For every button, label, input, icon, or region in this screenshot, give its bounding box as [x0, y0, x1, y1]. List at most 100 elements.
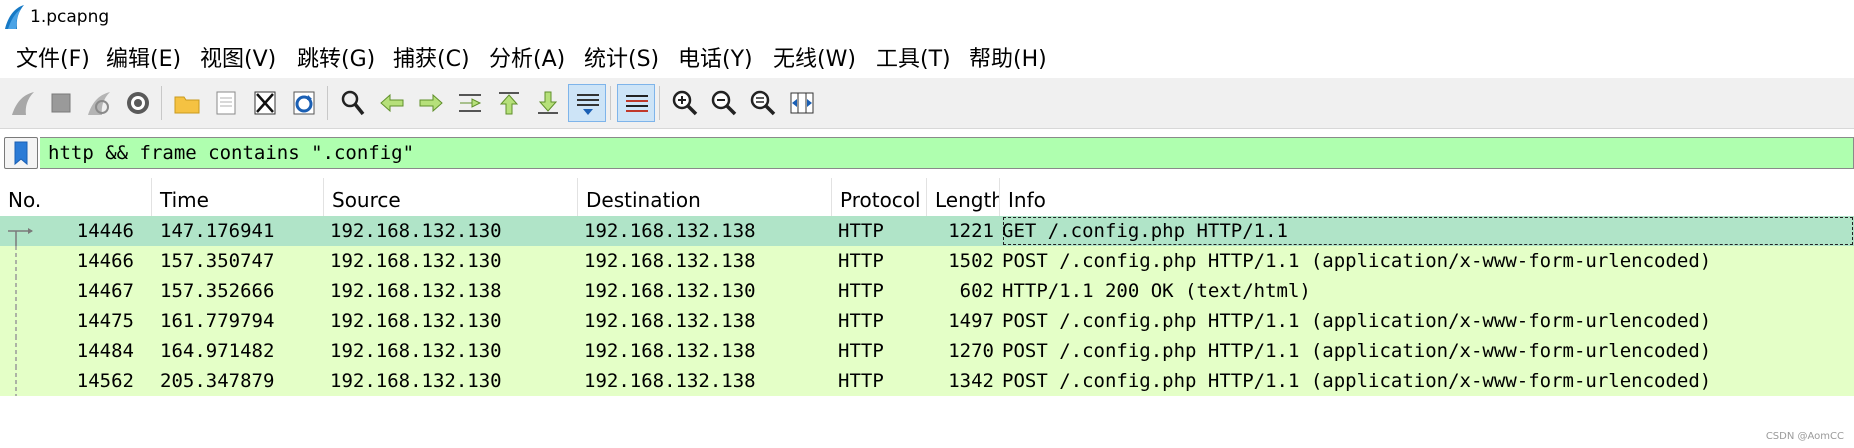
cell-info: POST /.config.php HTTP/1.1 (application/… [1002, 340, 1712, 362]
open-file-icon[interactable] [168, 84, 206, 122]
cell-time: 161.779794 [160, 310, 275, 332]
cell-destination: 192.168.132.138 [584, 340, 756, 362]
colorize-icon[interactable] [617, 84, 655, 122]
menu-go[interactable]: 跳转(G) [297, 41, 375, 73]
cell-source: 192.168.132.130 [330, 370, 502, 392]
packet-row[interactable]: 14484 164.971482 192.168.132.130 192.168.13… [0, 336, 1854, 366]
column-header-source[interactable]: Source [324, 178, 578, 216]
zoom-out-icon[interactable] [705, 84, 743, 122]
cell-info: POST /.config.php HTTP/1.1 (application/… [1002, 370, 1712, 392]
cell-length: 1502 [948, 250, 994, 272]
cell-no: 14466 [76, 250, 134, 272]
display-filter-bar: http && frame contains ".config" [0, 134, 1854, 172]
cell-length: 1497 [948, 310, 994, 332]
cell-protocol: HTTP [838, 250, 884, 272]
menu-bar: 文件(F) 编辑(E) 视图(V) 跳转(G) 捕获(C) 分析(A) 统计(S… [0, 36, 1854, 76]
cell-info: HTTP/1.1 200 OK (text/html) [1002, 280, 1311, 302]
menu-telephony[interactable]: 电话(Y) [678, 41, 753, 73]
column-header-destination[interactable]: Destination [578, 178, 832, 216]
toolbar-separator [161, 86, 162, 120]
packet-list-header: No. Time Source Destination Protocol Len… [0, 178, 1854, 217]
normal-size-icon[interactable] [744, 84, 782, 122]
cell-length: 1221 [948, 220, 994, 242]
cell-destination: 192.168.132.138 [584, 250, 756, 272]
cell-no: 14484 [76, 340, 134, 362]
watermark: CSDN @AomCC [1765, 431, 1844, 442]
cell-no: 14467 [76, 280, 134, 302]
start-capture-icon[interactable] [4, 84, 42, 122]
cell-protocol: HTTP [838, 280, 884, 302]
cell-protocol: HTTP [838, 220, 884, 242]
cell-time: 157.350747 [160, 250, 275, 272]
toolbar-separator [610, 86, 611, 120]
cell-info: POST /.config.php HTTP/1.1 (application/… [1002, 250, 1712, 272]
menu-analyze[interactable]: 分析(A) [489, 41, 565, 73]
column-header-time[interactable]: Time [152, 178, 324, 216]
cell-source: 192.168.132.130 [330, 310, 502, 332]
cell-source: 192.168.132.130 [330, 250, 502, 272]
toolbar-separator [327, 86, 328, 120]
cell-destination: 192.168.132.138 [584, 370, 756, 392]
cell-no: 14446 [76, 220, 134, 242]
cell-protocol: HTTP [838, 310, 884, 332]
capture-options-icon[interactable] [119, 84, 157, 122]
column-header-info[interactable]: Info [1000, 178, 1854, 216]
cell-no: 14475 [76, 310, 134, 332]
cell-protocol: HTTP [838, 340, 884, 362]
main-toolbar [0, 78, 1854, 129]
menu-wireless[interactable]: 无线(W) [773, 41, 856, 73]
menu-statistics[interactable]: 统计(S) [584, 41, 659, 73]
restart-capture-icon[interactable] [80, 84, 118, 122]
cell-time: 205.347879 [160, 370, 275, 392]
zoom-in-icon[interactable] [666, 84, 704, 122]
go-back-icon[interactable] [373, 84, 411, 122]
window-title: 1.pcapng [30, 7, 110, 27]
menu-edit[interactable]: 编辑(E) [106, 41, 181, 73]
column-header-length[interactable]: Length [927, 178, 1000, 216]
cell-source: 192.168.132.138 [330, 280, 502, 302]
title-bar: 1.pcapng [0, 0, 1854, 36]
cell-length: 1270 [948, 340, 994, 362]
close-file-icon[interactable] [246, 84, 284, 122]
packet-row[interactable]: 14475 161.779794 192.168.132.130 192.168.13… [0, 306, 1854, 336]
menu-help[interactable]: 帮助(H) [969, 41, 1047, 73]
cell-no: 14562 [76, 370, 134, 392]
reload-file-icon[interactable] [285, 84, 323, 122]
column-header-no[interactable]: No. [0, 178, 152, 216]
menu-tools[interactable]: 工具(T) [876, 41, 951, 73]
menu-file[interactable]: 文件(F) [16, 41, 90, 73]
cell-source: 192.168.132.130 [330, 220, 502, 242]
toolbar-separator [659, 86, 660, 120]
menu-view[interactable]: 视图(V) [200, 41, 276, 73]
cell-info: POST /.config.php HTTP/1.1 (application/… [1002, 310, 1712, 332]
packet-list: No. Time Source Destination Protocol Len… [0, 178, 1854, 448]
go-forward-icon[interactable] [412, 84, 450, 122]
column-header-protocol[interactable]: Protocol [832, 178, 927, 216]
resize-columns-icon[interactable] [783, 84, 821, 122]
display-filter-input[interactable]: http && frame contains ".config" [40, 137, 1854, 169]
cell-time: 157.352666 [160, 280, 275, 302]
cell-time: 147.176941 [160, 220, 275, 242]
cell-source: 192.168.132.130 [330, 340, 502, 362]
cell-destination: 192.168.132.130 [584, 280, 756, 302]
last-packet-icon[interactable] [529, 84, 567, 122]
bookmark-icon [14, 141, 28, 166]
save-file-icon[interactable] [207, 84, 245, 122]
first-packet-icon[interactable] [490, 84, 528, 122]
packet-row[interactable]: 14467 157.352666 192.168.132.138 192.168.13… [0, 276, 1854, 306]
autoscroll-icon[interactable] [568, 84, 606, 122]
packet-row[interactable]: 14466 157.350747 192.168.132.130 192.168.13… [0, 246, 1854, 276]
cell-time: 164.971482 [160, 340, 275, 362]
cell-length: 602 [959, 280, 994, 302]
find-packet-icon[interactable] [334, 84, 372, 122]
filter-bookmark-button[interactable] [4, 137, 38, 169]
menu-capture[interactable]: 捕获(C) [393, 41, 470, 73]
go-to-packet-icon[interactable] [451, 84, 489, 122]
packet-row[interactable]: 14562 205.347879 192.168.132.130 192.168.13… [0, 366, 1854, 396]
wireshark-fin-icon [5, 5, 24, 29]
stop-capture-icon[interactable] [42, 84, 80, 122]
cell-protocol: HTTP [838, 370, 884, 392]
cell-destination: 192.168.132.138 [584, 310, 756, 332]
packet-row[interactable]: 14446 147.176941 192.168.132.130 192.168.13… [0, 216, 1854, 246]
cell-destination: 192.168.132.138 [584, 220, 756, 242]
